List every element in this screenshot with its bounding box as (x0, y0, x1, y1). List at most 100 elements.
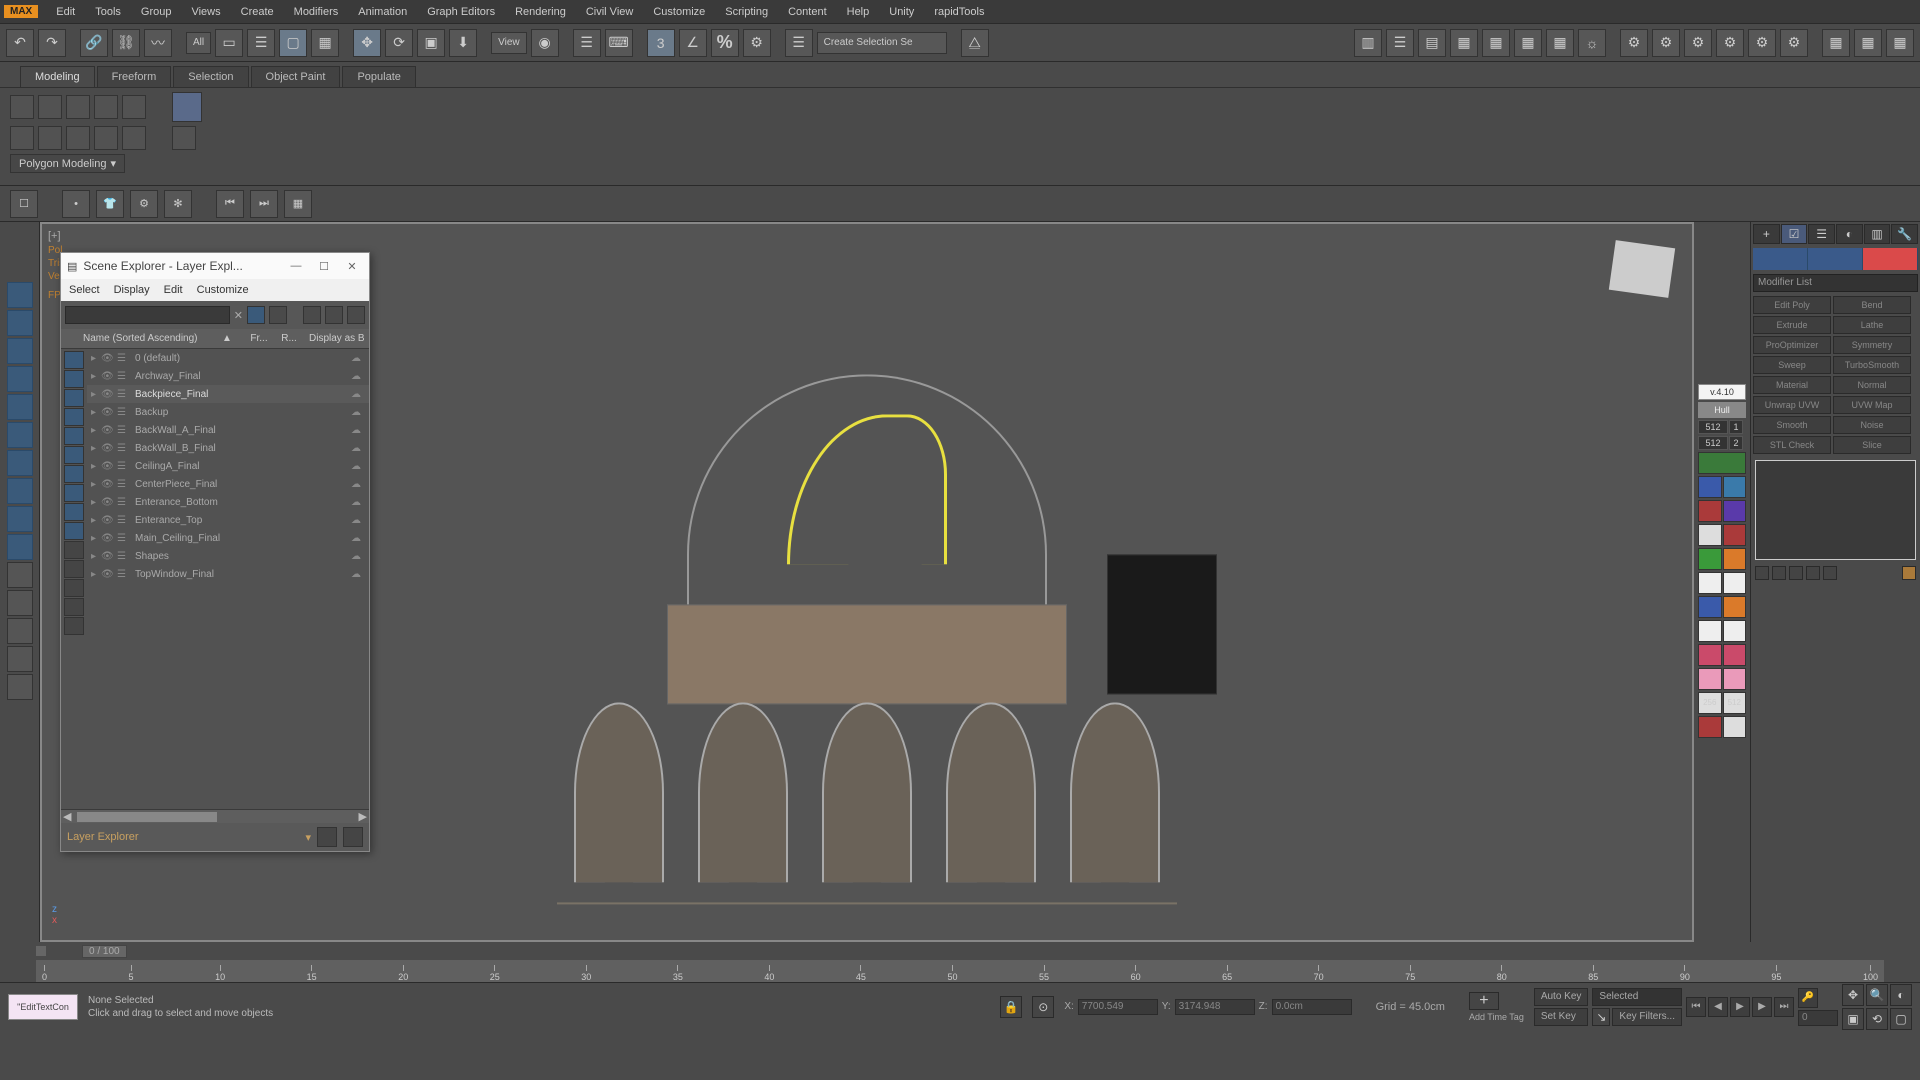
sec-tool-4[interactable]: ⚙ (130, 190, 158, 218)
left-tool-15[interactable] (7, 674, 33, 700)
clear-search-icon[interactable]: ✕ (234, 309, 243, 322)
se-filter-misc3[interactable] (64, 617, 84, 635)
render-setup-button[interactable]: ▦ (1514, 29, 1542, 57)
layer-row[interactable]: ▸👁☰Archway_Final☁ (87, 367, 369, 385)
expand-icon[interactable]: ▸ (91, 551, 101, 562)
minimize-button[interactable]: — (285, 260, 307, 272)
se-menu-select[interactable]: Select (69, 284, 100, 296)
menu-civil-view[interactable]: Civil View (576, 6, 643, 18)
expand-icon[interactable]: ▸ (91, 461, 101, 472)
menu-edit[interactable]: Edit (46, 6, 85, 18)
mod-noise[interactable]: Noise (1833, 416, 1911, 434)
render-production-button[interactable]: ☼ (1578, 29, 1606, 57)
palette-btn-b[interactable] (1723, 596, 1747, 618)
select-move-button[interactable]: ✥ (353, 29, 381, 57)
percent-snap-button[interactable]: % (711, 29, 739, 57)
layer-row[interactable]: ▸👁☰Enterance_Bottom☁ (87, 493, 369, 511)
nav-fov-button[interactable]: ◐ (1890, 984, 1912, 1006)
window-crossing-button[interactable]: ▦ (311, 29, 339, 57)
stack-config[interactable] (1823, 566, 1837, 580)
layer-row[interactable]: ▸👁☰Backpiece_Final☁ (87, 385, 369, 403)
se-foot-config[interactable] (343, 827, 363, 847)
ribbon-tab-freeform[interactable]: Freeform (97, 66, 172, 87)
menu-unity[interactable]: Unity (879, 6, 924, 18)
palette-btn-h[interactable] (1723, 668, 1747, 690)
se-filter-helper[interactable] (64, 427, 84, 445)
layer-row[interactable]: ▸👁☰BackWall_B_Final☁ (87, 439, 369, 457)
expand-icon[interactable]: ▸ (91, 569, 101, 580)
maximize-button[interactable]: ☐ (313, 260, 335, 273)
scrollbar-thumb[interactable] (77, 812, 217, 822)
set-key-button[interactable]: Set Key (1534, 1008, 1589, 1026)
mod-normal[interactable]: Normal (1833, 376, 1911, 394)
visibility-icon[interactable]: 👁 (101, 407, 117, 418)
prev-frame-button[interactable]: ◀ (1708, 997, 1728, 1017)
edit-selection-set-button[interactable]: ☰ (785, 29, 813, 57)
viewcube[interactable] (1609, 240, 1675, 298)
select-button[interactable]: ▭ (215, 29, 243, 57)
mod-symmetry[interactable]: Symmetry (1833, 336, 1911, 354)
coord-z-input[interactable] (1272, 999, 1352, 1015)
mod-sweep[interactable]: Sweep (1753, 356, 1831, 374)
add-time-tag[interactable]: Add Time Tag (1469, 1012, 1524, 1022)
layer-list[interactable]: ▸👁☰0 (default)☁▸👁☰Archway_Final☁▸👁☰Backp… (87, 349, 369, 809)
se-filter-misc2[interactable] (64, 598, 84, 616)
expand-icon[interactable]: ▸ (91, 533, 101, 544)
select-place-button[interactable]: ⬇ (449, 29, 477, 57)
material-editor-button[interactable]: ▦ (1482, 29, 1510, 57)
left-tool-10[interactable] (7, 534, 33, 560)
palette-btn-lgt[interactable] (1698, 572, 1722, 594)
cmd-tab-display[interactable]: ▥ (1864, 224, 1891, 244)
expand-icon[interactable]: ▸ (91, 407, 101, 418)
palette-btn-purple[interactable] (1723, 500, 1747, 522)
extra-tool-5[interactable]: ⚙ (1748, 29, 1776, 57)
sec-tool-6[interactable]: ⏮ (216, 190, 244, 218)
extra-tool-1[interactable]: ⚙ (1620, 29, 1648, 57)
menu-rapidtools[interactable]: rapidTools (924, 6, 994, 18)
expand-icon[interactable]: ▸ (91, 479, 101, 490)
layer-row[interactable]: ▸👁☰Main_Ceiling_Final☁ (87, 529, 369, 547)
expand-icon[interactable]: ▸ (91, 443, 101, 454)
visibility-icon[interactable]: 👁 (101, 551, 117, 562)
se-remove-button[interactable] (347, 306, 365, 324)
menu-graph-editors[interactable]: Graph Editors (417, 6, 505, 18)
visibility-icon[interactable]: 👁 (101, 425, 117, 436)
layers-button[interactable]: ☰ (1386, 29, 1414, 57)
cmd-sub-2[interactable] (1808, 248, 1863, 270)
palette-btn-j[interactable] (1723, 716, 1747, 738)
render-icon[interactable]: ☁ (351, 407, 369, 418)
layer-row[interactable]: ▸👁☰Enterance_Top☁ (87, 511, 369, 529)
nav-pan-button[interactable]: ✥ (1842, 984, 1864, 1006)
isolate-button[interactable]: ⊙ (1032, 996, 1054, 1018)
menu-customize[interactable]: Customize (643, 6, 715, 18)
mod-slice[interactable]: Slice (1833, 436, 1911, 454)
se-filter-hidden[interactable] (64, 560, 84, 578)
add-keys-button[interactable]: + (1469, 992, 1499, 1010)
nav-zoom-ext-button[interactable]: ▣ (1842, 1008, 1864, 1030)
palette-btn-c[interactable] (1698, 620, 1722, 642)
timeline-handle-left[interactable] (36, 946, 46, 956)
select-name-button[interactable]: ☰ (247, 29, 275, 57)
extra-tool-6[interactable]: ⚙ (1780, 29, 1808, 57)
se-filter-group[interactable] (64, 465, 84, 483)
extra-tool-4[interactable]: ⚙ (1716, 29, 1744, 57)
menu-group[interactable]: Group (131, 6, 182, 18)
schematic-view-button[interactable]: ▦ (1450, 29, 1478, 57)
mod-lathe[interactable]: Lathe (1833, 316, 1911, 334)
render-icon[interactable]: ☁ (351, 425, 369, 436)
next-frame-button[interactable]: ▶ (1752, 997, 1772, 1017)
cmd-tab-motion[interactable]: ◐ (1836, 224, 1863, 244)
render-icon[interactable]: ☁ (351, 443, 369, 454)
mod-tool-4[interactable] (94, 126, 118, 150)
mod-smooth[interactable]: Smooth (1753, 416, 1831, 434)
sec-tool-3[interactable]: 👕 (96, 190, 124, 218)
visibility-icon[interactable]: 👁 (101, 533, 117, 544)
sec-tool-8[interactable]: ▦ (284, 190, 312, 218)
palette-btn-g[interactable] (1698, 668, 1722, 690)
cmd-color-swatch[interactable] (1863, 248, 1918, 270)
use-center-button[interactable]: ◉ (531, 29, 559, 57)
palette-btn-d[interactable] (1723, 620, 1747, 642)
subobj-vertex-button[interactable] (10, 95, 34, 119)
palette-btn-blue[interactable] (1698, 476, 1722, 498)
modifier-list-dropdown[interactable]: Modifier List (1753, 274, 1918, 292)
